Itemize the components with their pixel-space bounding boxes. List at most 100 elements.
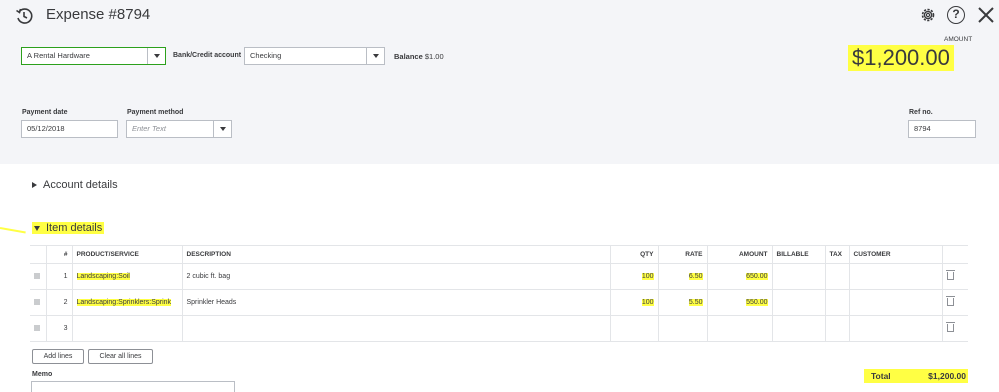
col-header-qty: QTY: [609, 245, 659, 264]
col-header-number: #: [45, 245, 73, 264]
drag-cell[interactable]: [30, 289, 46, 316]
row-number: 1: [45, 263, 73, 290]
product-value: Landscaping:Soil: [76, 273, 130, 280]
table-row[interactable]: 3: [30, 315, 968, 342]
product-cell[interactable]: Landscaping:Soil: [71, 263, 183, 290]
item-details-label: Item details: [46, 222, 103, 234]
drag-handle-icon[interactable]: [34, 324, 40, 331]
product-cell[interactable]: Landscaping:Sprinklers:Sprink: [71, 289, 183, 316]
trash-icon[interactable]: [945, 295, 955, 306]
item-details-table: # PRODUCT/SERVICE DESCRIPTION QTY RATE A…: [30, 245, 968, 342]
tax-cell[interactable]: [824, 289, 850, 316]
total-value: $1,200.00: [928, 371, 966, 381]
gear-icon[interactable]: [919, 6, 937, 24]
row-number: 3: [45, 315, 73, 342]
caret-right-icon: [32, 182, 37, 189]
col-header-customer: CUSTOMER: [848, 245, 943, 264]
rate-cell[interactable]: 6.50: [657, 263, 708, 290]
row-number: 2: [45, 289, 73, 316]
drag-cell[interactable]: [30, 315, 46, 342]
account-details-toggle[interactable]: Account details: [32, 179, 118, 191]
col-header-product: PRODUCT/SERVICE: [71, 245, 183, 264]
description-cell[interactable]: [181, 315, 611, 342]
drag-handle-icon[interactable]: [34, 298, 40, 305]
qty-value: 100: [641, 299, 654, 306]
rate-cell[interactable]: 5.50: [657, 289, 708, 316]
drag-column-header: [30, 245, 46, 264]
billable-cell[interactable]: [771, 315, 826, 342]
total-row: Total $1,200.00: [864, 369, 968, 383]
amount-total: $1,200.00: [848, 45, 954, 71]
col-header-amount: AMOUNT: [706, 245, 773, 264]
qty-cell[interactable]: 100: [609, 263, 659, 290]
history-icon[interactable]: [15, 7, 33, 25]
trash-icon[interactable]: [945, 321, 955, 332]
table-header-row: # PRODUCT/SERVICE DESCRIPTION QTY RATE A…: [30, 245, 968, 264]
billable-cell[interactable]: [771, 289, 826, 316]
rate-cell[interactable]: [657, 315, 708, 342]
product-cell[interactable]: [71, 315, 183, 342]
payment-date-label: Payment date: [22, 109, 68, 116]
col-header-billable: BILLABLE: [771, 245, 826, 264]
memo-input[interactable]: [31, 381, 235, 392]
bank-account-label: Bank/Credit account: [173, 52, 242, 59]
amount-cell[interactable]: 550.00: [706, 289, 773, 316]
trash-cell[interactable]: [942, 289, 968, 316]
trash-icon[interactable]: [945, 269, 955, 280]
table-row[interactable]: 2 Landscaping:Sprinklers:Sprink Sprinkle…: [30, 289, 968, 316]
amount-cell[interactable]: 650.00: [706, 263, 773, 290]
tax-cell[interactable]: [824, 263, 850, 290]
payment-date-field[interactable]: 05/12/2018: [21, 120, 118, 138]
account-details-label: Account details: [43, 179, 118, 191]
description-cell[interactable]: Sprinkler Heads: [181, 289, 611, 316]
drag-cell[interactable]: [30, 263, 46, 290]
chevron-down-icon[interactable]: [147, 48, 165, 64]
caret-down-icon: [34, 225, 40, 231]
product-value: Landscaping:Sprinklers:Sprink: [76, 299, 172, 306]
customer-cell[interactable]: [848, 289, 943, 316]
billable-cell[interactable]: [771, 263, 826, 290]
table-row[interactable]: 1 Landscaping:Soil 2 cubic ft. bag 100 6…: [30, 263, 968, 290]
qty-cell[interactable]: 100: [609, 289, 659, 316]
customer-cell[interactable]: [848, 315, 943, 342]
trash-cell[interactable]: [942, 263, 968, 290]
amount-cell[interactable]: [706, 315, 773, 342]
payee-select[interactable]: A Rental Hardware: [21, 47, 166, 65]
add-lines-button[interactable]: Add lines: [32, 349, 84, 364]
ref-no-field[interactable]: 8794: [908, 120, 976, 138]
chevron-down-icon[interactable]: [366, 48, 384, 64]
highlight-mark: [0, 227, 26, 234]
payment-method-select[interactable]: Enter Text: [126, 120, 232, 138]
clear-all-lines-button[interactable]: Clear all lines: [88, 349, 153, 364]
chevron-down-icon[interactable]: [213, 121, 231, 137]
balance-label: Balance: [394, 52, 423, 61]
amount-label: AMOUNT: [944, 36, 973, 43]
col-header-description: DESCRIPTION: [181, 245, 611, 264]
customer-cell[interactable]: [848, 263, 943, 290]
col-header-tax: TAX: [824, 245, 850, 264]
description-cell[interactable]: 2 cubic ft. bag: [181, 263, 611, 290]
balance: Balance $1.00: [394, 52, 444, 61]
help-icon[interactable]: ?: [947, 6, 965, 24]
payment-method-placeholder: Enter Text: [132, 124, 166, 133]
payment-method-label: Payment method: [127, 109, 184, 116]
ref-no-label: Ref no.: [909, 109, 933, 116]
qty-cell[interactable]: [609, 315, 659, 342]
qty-value: 100: [641, 273, 654, 280]
rate-value: 6.50: [688, 273, 703, 280]
tax-cell[interactable]: [824, 315, 850, 342]
title-bar: Expense #8794 ?: [0, 0, 999, 30]
memo-label: Memo: [32, 371, 53, 378]
trash-column-header: [942, 245, 968, 264]
close-icon[interactable]: [976, 5, 996, 25]
amount-value: 550.00: [746, 299, 768, 306]
total-label: Total: [871, 371, 891, 381]
item-details-toggle[interactable]: Item details: [32, 222, 105, 234]
trash-cell[interactable]: [942, 315, 968, 342]
page-title: Expense #8794: [46, 6, 151, 23]
balance-value: $1.00: [424, 52, 444, 61]
bank-account-select[interactable]: Checking: [244, 47, 385, 65]
drag-handle-icon[interactable]: [34, 272, 40, 279]
amount-value: 650.00: [746, 273, 768, 280]
payee-value: A Rental Hardware: [27, 51, 90, 60]
